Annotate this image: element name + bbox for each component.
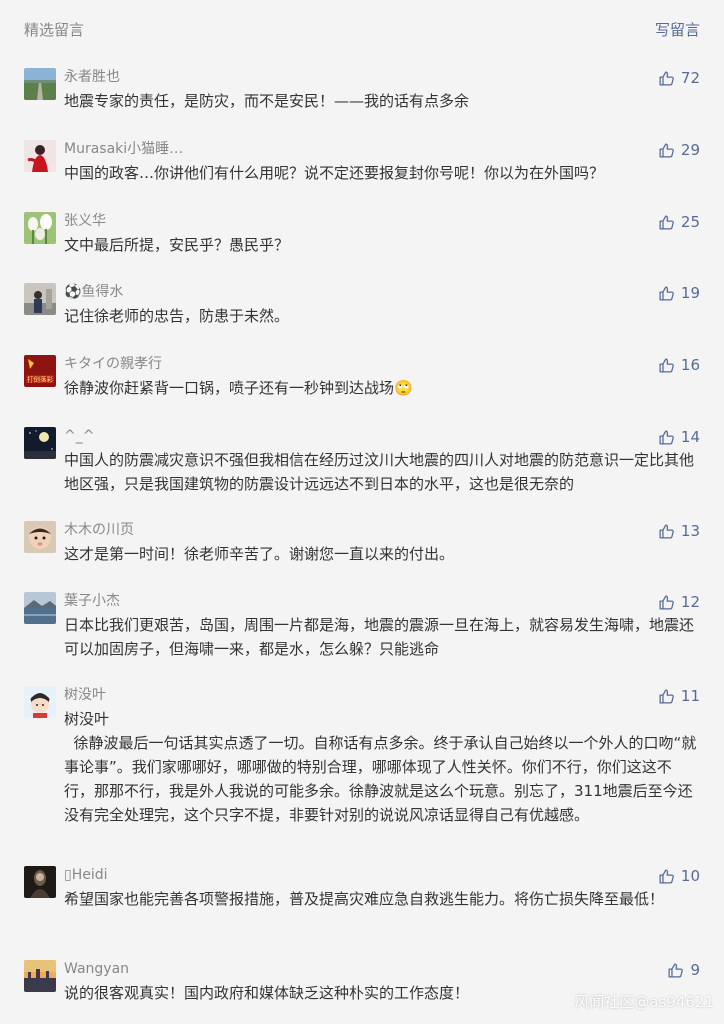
comment-text: 文中最后所提，安民乎？愚民乎？ [64,236,290,254]
comment-nickname[interactable]: 永者胜也 [64,67,120,87]
watermark: 风闻社区@as94621 [574,993,714,1011]
comment-nickname[interactable]: キタイの親孝行 [64,354,162,374]
comment-nickname[interactable]: 张义华 [64,211,106,231]
thumbs-up-icon [659,429,674,445]
avatar[interactable] [24,68,56,100]
comment-nickname[interactable]: Murasaki小猫睡… [64,139,183,159]
like-button[interactable]: 11 [658,684,700,708]
comment-nickname[interactable]: 树没叶 [64,685,106,705]
comment-text: 中国人的防震减灾意识不强但我相信在经历过汶川大地震的四川人对地震的防范意识一定比… [64,451,695,493]
avatar[interactable] [24,960,56,992]
featured-comments-title: 精选留言 [24,21,85,39]
like-count: 19 [680,284,700,302]
thumbs-up-icon [668,962,684,978]
like-count: 9 [690,961,700,979]
comment-nickname[interactable]: ^_^ [64,426,94,446]
avatar[interactable] [24,212,56,244]
like-button[interactable]: 10 [658,864,700,888]
avatar[interactable] [24,866,56,898]
thumbs-up-icon [659,214,674,230]
thumbs-up-icon [659,285,674,301]
like-button[interactable]: 12 [658,590,700,614]
comment-text: 树没叶 徐静波最后一句话其实点透了一切。自称话有点多余。终于承认自己始终以一个外… [64,710,697,824]
like-button[interactable]: 13 [658,519,700,543]
thumbs-up-icon [659,70,674,86]
thumbs-up-icon [659,688,674,704]
like-button[interactable]: 25 [658,210,700,234]
avatar[interactable] [24,140,56,172]
like-count: 10 [680,867,700,885]
comment-nickname[interactable]: ⚽鱼得水 [64,282,123,302]
comment-text: 日本比我们更艰苦，岛国，周围一片都是海，地震的震源一旦在海上，就容易发生海啸，地… [64,616,695,658]
comment-text: 中国的政客…你讲他们有什么用呢？说不定还要报复封你号呢！你以为在外国吗？ [64,164,605,182]
comments-header: 精选留言 写留言 [0,0,724,56]
like-button[interactable]: 9 [667,958,700,982]
comment-nickname[interactable]: 葉子小杰 [64,591,120,611]
like-button[interactable]: 29 [658,138,700,162]
write-comment-link[interactable]: 写留言 [655,19,700,40]
like-count: 16 [680,356,700,374]
comment-text: 徐静波你赶紧背一口锅，喷子还有一秒钟到达战场🙄 [64,379,413,397]
like-button[interactable]: 16 [658,353,700,377]
like-count: 11 [680,687,700,705]
thumbs-up-icon [659,357,674,373]
thumbs-up-icon [659,594,674,610]
like-button[interactable]: 19 [658,281,700,305]
like-count: 72 [680,69,700,87]
avatar[interactable] [24,592,56,624]
comment-text: 地震专家的责任，是防灾，而不是安民！——我的话有点多余 [64,92,470,110]
avatar[interactable] [24,686,56,718]
like-count: 25 [680,213,700,231]
like-button[interactable]: 14 [658,425,700,449]
comment-nickname[interactable]: 木木の川页 [64,520,134,540]
avatar[interactable] [24,427,56,459]
comment-text: 记住徐老师的忠告，防患于未然。 [64,307,290,325]
thumbs-up-icon [659,868,674,884]
avatar-banner-text: 打倒落彩 [27,375,54,384]
comment-nickname[interactable]: ▯Heidi [64,865,108,885]
comment-text: 这才是第一时间！徐老师辛苦了。谢谢您一直以来的付出。 [64,545,455,563]
thumbs-up-icon [659,523,674,539]
like-button[interactable]: 72 [658,66,700,90]
comment-text: 希望国家也能完善各项警报措施，普及提高灾难应急自救逃生能力。将伤亡损失降至最低！ [64,890,665,908]
comment-nickname[interactable]: Wangyan [64,959,129,979]
thumbs-up-icon [659,142,674,158]
like-count: 29 [680,141,700,159]
like-count: 13 [680,522,700,540]
like-count: 14 [680,428,700,446]
avatar[interactable]: 打倒落彩 [24,355,56,387]
avatar[interactable] [24,521,56,553]
avatar[interactable] [24,283,56,315]
like-count: 12 [680,593,700,611]
